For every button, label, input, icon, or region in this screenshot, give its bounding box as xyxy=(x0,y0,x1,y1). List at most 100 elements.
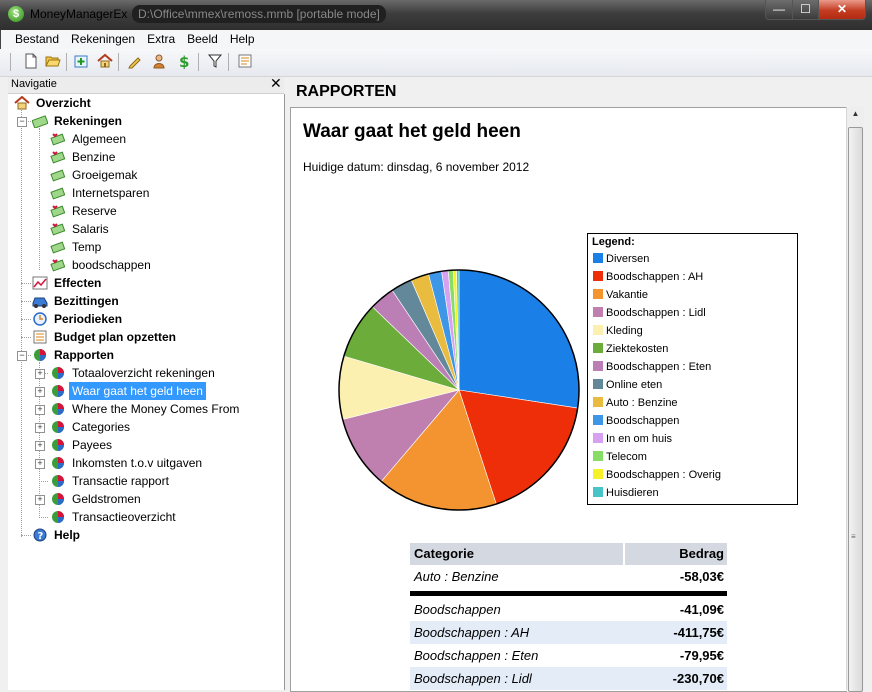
expander-rapporten[interactable]: − xyxy=(17,351,27,361)
account-icon xyxy=(50,258,66,272)
navigation-title: Navigatie xyxy=(11,78,57,90)
toolbar: $ xyxy=(0,49,872,77)
legend-label: Ziektekosten xyxy=(606,343,669,355)
expander-report[interactable]: + xyxy=(35,459,45,469)
legend-swatch xyxy=(593,451,603,461)
legend-swatch xyxy=(593,307,603,317)
legend-item: Boodschappen : AH xyxy=(593,270,703,288)
menu-bar: Bestand Rekeningen Extra Beeld Help xyxy=(0,30,872,49)
menu-help[interactable]: Help xyxy=(224,30,261,49)
currency-icon[interactable]: $ xyxy=(174,53,192,71)
legend-swatch xyxy=(593,415,603,425)
scroll-thumb[interactable] xyxy=(848,127,863,692)
account-icon xyxy=(50,168,66,182)
legend-label: Boodschappen xyxy=(606,415,680,427)
close-icon[interactable]: ✕ xyxy=(270,75,282,92)
account-icon xyxy=(50,150,66,164)
clock-icon xyxy=(32,312,48,326)
legend-label: Online eten xyxy=(606,379,663,391)
menu-extra[interactable]: Extra xyxy=(141,30,181,49)
app-title: MoneyManagerEx xyxy=(30,7,128,21)
new-file-icon[interactable] xyxy=(22,53,40,71)
pie-chart-icon xyxy=(50,438,66,452)
filter-icon[interactable] xyxy=(206,53,224,71)
column-header-categorie: Categorie xyxy=(414,546,474,561)
legend-label: Boodschappen : Lidl xyxy=(606,307,706,319)
legend-item: Ziektekosten xyxy=(593,342,668,360)
edit-icon[interactable] xyxy=(126,53,144,71)
expander-report[interactable]: + xyxy=(35,441,45,451)
legend-label: Boodschappen : Overig xyxy=(606,469,721,481)
expander-rekeningen[interactable]: − xyxy=(17,117,27,127)
account-icon xyxy=(50,240,66,254)
money-icon xyxy=(31,114,49,129)
account-icon xyxy=(50,186,66,200)
legend-item: Huisdieren xyxy=(593,486,659,504)
stocks-chart-icon xyxy=(32,276,48,290)
legend-item: Auto : Benzine xyxy=(593,396,678,414)
menu-rekeningen[interactable]: Rekeningen xyxy=(65,30,141,49)
legend-item: Boodschappen : Lidl xyxy=(593,306,706,324)
expander-report[interactable]: + xyxy=(35,423,45,433)
legend-swatch xyxy=(593,379,603,389)
close-window-button[interactable]: ✕ xyxy=(818,0,866,20)
open-folder-icon[interactable] xyxy=(44,53,62,71)
users-icon[interactable] xyxy=(150,53,168,71)
help-icon: ? xyxy=(32,528,48,542)
expander-report[interactable]: + xyxy=(35,369,45,379)
maximize-button[interactable]: ☐ xyxy=(792,0,819,20)
menu-bestand[interactable]: Bestand xyxy=(9,30,65,49)
table-row: Boodschappen : Lidl -230,70€ xyxy=(410,667,727,690)
report-table: Categorie Bedrag Auto : Benzine -58,03€ … xyxy=(410,543,727,690)
menu-beeld[interactable]: Beeld xyxy=(181,30,224,49)
table-row: Boodschappen -41,09€ xyxy=(414,602,724,617)
pie-chart-icon xyxy=(50,456,66,470)
account-icon xyxy=(50,132,66,146)
app-icon: $ xyxy=(8,6,24,22)
legend-item: In en om huis xyxy=(593,432,672,450)
vertical-scrollbar[interactable]: ▲ ≡ xyxy=(846,107,864,692)
legend-title: Legend: xyxy=(592,236,635,248)
home-icon[interactable] xyxy=(96,53,114,71)
legend-swatch xyxy=(593,343,603,353)
budget-icon xyxy=(32,330,48,344)
column-header-bedrag: Bedrag xyxy=(679,546,724,561)
scroll-up-arrow-icon[interactable]: ▲ xyxy=(847,109,864,123)
legend-item: Diversen xyxy=(593,252,649,270)
account-icon xyxy=(50,204,66,218)
legend-swatch xyxy=(593,397,603,407)
report-icon[interactable] xyxy=(236,53,254,71)
legend-label: Huisdieren xyxy=(606,487,659,499)
pie-chart-icon xyxy=(32,348,48,362)
legend-label: In en om huis xyxy=(606,433,673,445)
scroll-grip-icon: ≡ xyxy=(851,532,856,541)
legend-label: Boodschappen : AH xyxy=(606,271,704,283)
svg-text:?: ? xyxy=(38,531,44,542)
table-row: Auto : Benzine -58,03€ xyxy=(414,569,724,584)
table-row: Boodschappen : Eten -79,95€ xyxy=(414,648,724,663)
expander-report[interactable]: + xyxy=(35,495,45,505)
car-icon xyxy=(32,294,48,308)
file-path: D:\Office\mmex\remoss.mmb [portable mode… xyxy=(132,5,386,23)
table-row: Boodschappen : AH -411,75€ xyxy=(410,621,727,644)
legend-label: Diversen xyxy=(606,253,650,265)
title-bar: $ MoneyManagerEx D:\Office\mmex\remoss.m… xyxy=(0,0,872,30)
expander-report[interactable]: + xyxy=(35,387,45,397)
legend-item: Kleding xyxy=(593,324,643,342)
svg-text:$: $ xyxy=(179,53,189,69)
legend-label: Boodschappen : Eten xyxy=(606,361,712,373)
expander-report[interactable]: + xyxy=(35,405,45,415)
pie-chart-icon xyxy=(50,492,66,506)
legend-swatch xyxy=(593,289,603,299)
legend-item: Boodschappen xyxy=(593,414,679,432)
report-date: Huidige datum: dinsdag, 6 november 2012 xyxy=(303,160,530,174)
legend-item: Telecom xyxy=(593,450,647,468)
legend-label: Telecom xyxy=(606,451,647,463)
legend-item: Boodschappen : Eten xyxy=(593,360,711,378)
minimize-button[interactable]: — xyxy=(765,0,793,20)
legend-swatch xyxy=(593,271,603,281)
legend-swatch xyxy=(593,325,603,335)
new-account-icon[interactable] xyxy=(72,53,90,71)
pie-chart-icon xyxy=(50,420,66,434)
panel-header: RAPPORTEN xyxy=(290,77,872,105)
